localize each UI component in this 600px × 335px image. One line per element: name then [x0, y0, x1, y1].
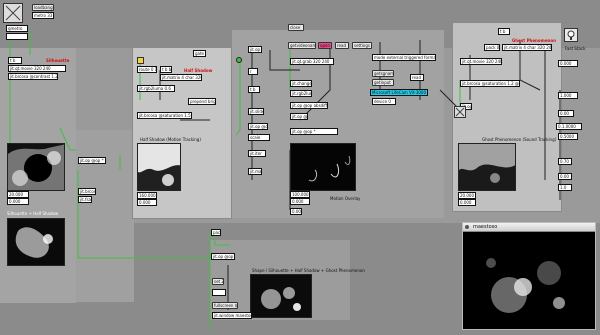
- close-icon: [455, 107, 465, 117]
- combined-video: [7, 218, 65, 266]
- op-val-object[interactable]: jit.op @op > @val 0.1: [290, 113, 308, 120]
- output-window-title: maestoso: [473, 224, 498, 230]
- ghost-title: Ghost Phenomenon: [512, 38, 556, 43]
- center-readout-0[interactable]: 100.000: [290, 191, 310, 198]
- right-obj-2[interactable]: jit.matrix 4 char 320 240: [502, 44, 552, 51]
- center-left-obj-3[interactable]: jit.rgb2luma 0.6: [137, 85, 175, 92]
- loadbang-object[interactable]: loadbang: [32, 4, 54, 11]
- close-icon: [5, 5, 21, 21]
- prop-2[interactable]: getinput: [372, 79, 394, 86]
- center-col-5[interactable]: scale: [248, 134, 270, 141]
- device-selector[interactable]: Microsoft LifeCam VX-3000: [370, 89, 428, 96]
- center-left-readout-0[interactable]: 160.000: [137, 192, 157, 199]
- mid-obj-2[interactable]: jit.fsa: [78, 196, 92, 203]
- grab-object[interactable]: jit.qt.grab 320 240: [290, 58, 334, 65]
- right-num-0[interactable]: 0.000: [558, 60, 578, 67]
- output-window[interactable]: maestoso: [462, 222, 596, 330]
- ghost-video: [458, 143, 516, 191]
- right-obj-4[interactable]: jit.brcosa @saturation 1.2 @brightness: [460, 80, 520, 87]
- center-readout-2[interactable]: 0.000: [290, 208, 302, 215]
- half-shadow-video-label: Half Shadow (Motion Tracking): [140, 137, 201, 142]
- center-left-obj-5[interactable]: jit.brcosa @saturation 1.5: [137, 112, 192, 119]
- output-video: [463, 233, 595, 329]
- center-col-7[interactable]: jit.map: [248, 168, 262, 175]
- getvideoname-message[interactable]: getvideoname: [288, 42, 316, 49]
- center-col-3[interactable]: jit.slide: [248, 108, 264, 115]
- silhouette-halfshadow-label: Silhouette + Half Shadow: [7, 211, 59, 216]
- settings-message[interactable]: settings: [352, 42, 372, 49]
- right-num-4[interactable]: 0.5000: [558, 133, 578, 140]
- lightbulb-icon: [567, 30, 575, 40]
- center-left-obj-0[interactable]: route 0 1: [137, 66, 157, 73]
- bottom-title: Shape / Silhouette + Half Shadow + Ghost…: [252, 268, 365, 273]
- bang-button[interactable]: [236, 57, 242, 63]
- left-obj-0[interactable]: t b: [8, 57, 22, 64]
- right-obj-3[interactable]: jit.qt.movie 320 240: [460, 58, 502, 65]
- toggle[interactable]: [137, 57, 144, 64]
- bottom-obj-4[interactable]: jit.window maestoso: [212, 312, 252, 319]
- right-obj-1[interactable]: pack 0 0: [484, 44, 500, 51]
- metro-object[interactable]: metro 33: [32, 12, 54, 19]
- bottom-video: [250, 274, 312, 318]
- mid-obj-0[interactable]: jit.op @op *: [78, 157, 106, 164]
- number-box[interactable]: [6, 33, 28, 40]
- half-shadow-title: Half Shadow: [184, 68, 213, 73]
- right-num-6[interactable]: 0.00: [558, 173, 572, 180]
- lamp-toggle[interactable]: [564, 28, 578, 42]
- window-close-icon[interactable]: [465, 225, 469, 229]
- center-left-obj-2[interactable]: jit.matrix 4 char 320 240: [160, 74, 202, 81]
- half-shadow-video: [137, 143, 181, 191]
- read-message[interactable]: read: [335, 42, 349, 49]
- left-obj-4[interactable]: jit.brcosa @contrast 1.2: [8, 73, 58, 80]
- silhouette-video: [7, 143, 65, 191]
- left-readout-0[interactable]: 20.000: [7, 191, 29, 198]
- right-readout-0[interactable]: 20.000: [458, 192, 476, 199]
- center-left-obj-4[interactable]: prepend brightness: [188, 98, 216, 105]
- bottom-obj-pack[interactable]: pack: [211, 229, 221, 236]
- fast-stack-label: Fast Stack: [565, 46, 586, 51]
- right-obj-0[interactable]: t b: [498, 28, 510, 35]
- center-col-1[interactable]: r: [248, 68, 258, 75]
- output-window-titlebar[interactable]: maestoso: [463, 223, 595, 232]
- qmetro-object[interactable]: qmetro: [6, 25, 28, 32]
- center-left-readout-1[interactable]: 0.000: [137, 199, 157, 206]
- mid-obj-1[interactable]: jit.brcosa: [78, 188, 96, 195]
- patcher-canvas: loadbang metro 33 qmetro Silhouette t b …: [0, 0, 600, 335]
- change-object[interactable]: jit.change: [290, 80, 312, 87]
- prop-0[interactable]: mode external triggered formatted: [372, 54, 436, 61]
- bottom-obj-2[interactable]: set 2: [212, 278, 224, 285]
- right-num-3[interactable]: 0.1.0000: [556, 123, 582, 130]
- prop-1[interactable]: getsgname: [372, 70, 394, 77]
- center-readout-1[interactable]: 0.000: [290, 198, 310, 205]
- center-left-obj-1[interactable]: t b b: [160, 66, 172, 73]
- silhouette-title: Silhouette: [46, 58, 70, 63]
- absdiff-object[interactable]: jit.op @op absdiff: [290, 102, 328, 109]
- gate-object[interactable]: gate: [193, 50, 206, 57]
- close-message[interactable]: close: [288, 24, 304, 31]
- right-num-2[interactable]: 0.00: [558, 110, 574, 117]
- center-col-0[interactable]: jit.op: [248, 46, 262, 53]
- right-readout-1[interactable]: 0.000: [458, 199, 476, 206]
- right-num-7[interactable]: 1.0: [558, 184, 572, 191]
- bottom-obj-0[interactable]: jit.op @op *: [211, 253, 235, 260]
- center-col-6[interactable]: jit.iter: [248, 150, 266, 157]
- rgb2luma-object[interactable]: jit.rgb2luma: [290, 90, 312, 97]
- center-col-4[interactable]: jit.op @op -: [248, 123, 268, 130]
- op-mult-object[interactable]: jit.op @op *: [290, 128, 338, 135]
- prop-4[interactable]: device 0: [372, 98, 396, 105]
- motion-video: [290, 143, 356, 191]
- patcher-close-box[interactable]: [3, 3, 23, 23]
- left-readout-1[interactable]: 0.000: [7, 198, 29, 205]
- right-num-1[interactable]: 1.000: [558, 92, 578, 99]
- motion-video-label: Motion Overlay: [330, 196, 361, 201]
- center-col-2[interactable]: t b: [248, 86, 260, 93]
- left-obj-1[interactable]: jit.qt.movie 320 240: [8, 65, 66, 72]
- right-num-5[interactable]: 0.70: [558, 158, 572, 165]
- ghost-video-label: Ghost Phenomenon (Sound Tracking): [482, 137, 557, 142]
- bottom-number[interactable]: [212, 289, 226, 296]
- bottom-obj-3[interactable]: fullscreen $1: [212, 302, 238, 309]
- ghost-close-box[interactable]: [454, 106, 466, 118]
- device-read-box[interactable]: read: [410, 74, 424, 81]
- open-message[interactable]: open: [318, 42, 332, 49]
